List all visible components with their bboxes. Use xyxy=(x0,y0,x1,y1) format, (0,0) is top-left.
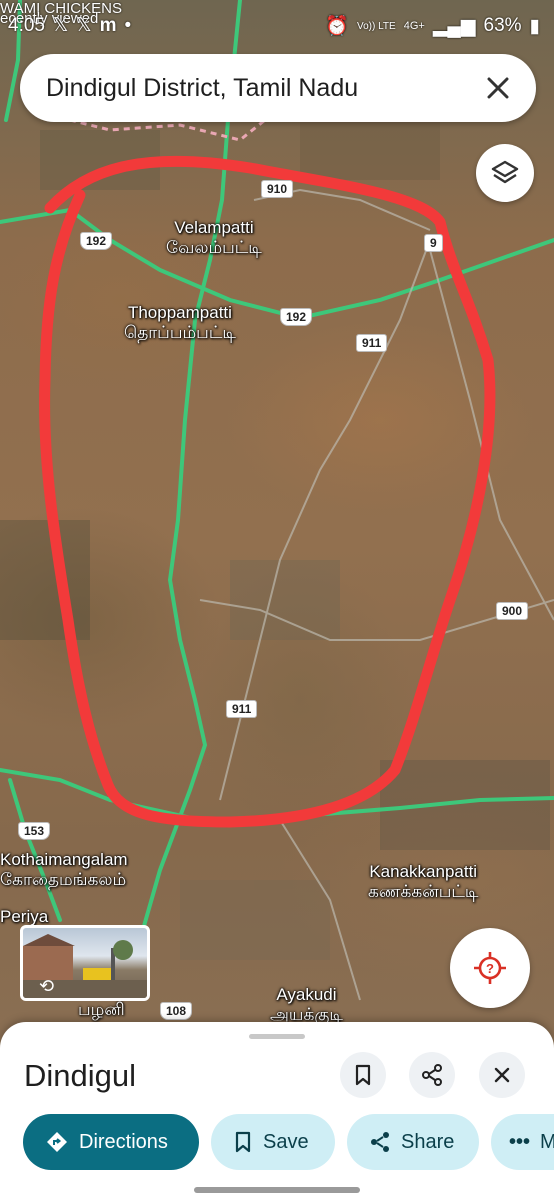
place-name-en: Thoppampatti xyxy=(127,303,232,322)
road-shield-192: 192 xyxy=(280,308,313,326)
place-name-en: Kothaimangalam xyxy=(0,850,128,869)
place-bottom-sheet[interactable]: Dindigul Directions Save Share ••• M xyxy=(0,1022,554,1200)
save-button[interactable]: Save xyxy=(211,1114,335,1170)
share-button[interactable]: Share xyxy=(347,1114,479,1170)
place-label-palani[interactable]: பழனி xyxy=(78,1000,125,1020)
directions-label: Directions xyxy=(79,1130,168,1153)
road-shield-9: 9 xyxy=(424,234,443,252)
battery-percent: 63% xyxy=(483,15,522,36)
status-bar: WAMI CHICKENS ecently viewed 4:05 𝕏 𝕏 m … xyxy=(0,0,554,50)
search-bar[interactable]: Dindigul District, Tamil Nadu xyxy=(20,54,536,122)
road-shield-911: 911 xyxy=(356,334,388,352)
close-sheet-button[interactable] xyxy=(479,1052,525,1098)
share-icon-button[interactable] xyxy=(409,1052,455,1098)
sheet-drag-handle[interactable] xyxy=(249,1034,305,1039)
place-name-en: Kanakkanpatti xyxy=(369,862,478,881)
place-name-ta: பழனி xyxy=(78,1000,125,1019)
directions-button[interactable]: Directions xyxy=(23,1114,199,1170)
satellite-map[interactable]: Velampatti வேலம்பட்டி Thoppampatti தொப்ப… xyxy=(0,0,554,1200)
place-name-ta: கணக்கன்பட்டி xyxy=(368,882,479,901)
road-shield-192: 192 xyxy=(80,232,113,250)
more-button[interactable]: ••• M xyxy=(491,1114,554,1170)
place-label-kanakkanpatti[interactable]: Kanakkanpatti கணக்கன்பட்டி xyxy=(368,862,478,902)
place-name-ta: தொப்பம்பட்டி xyxy=(124,323,236,342)
svg-text:?: ? xyxy=(486,961,494,976)
layers-icon xyxy=(491,160,519,184)
share-icon xyxy=(371,1132,389,1152)
close-icon xyxy=(494,1067,510,1083)
x-icon: 𝕏 xyxy=(52,15,69,36)
alarm-icon: ⏰ xyxy=(325,16,349,37)
place-name-ta: வேலம்பட்டி xyxy=(166,238,262,257)
road-shield-108: 108 xyxy=(160,1002,193,1020)
road-shield-153: 153 xyxy=(18,822,51,840)
place-label-thoppampatti[interactable]: Thoppampatti தொப்பம்பட்டி xyxy=(124,303,236,343)
share-label: Share xyxy=(401,1130,455,1153)
road-shield-900: 900 xyxy=(496,602,529,620)
street-view-thumbnail[interactable]: ⟲ xyxy=(20,925,150,1001)
place-label-kothaimangalam[interactable]: Kothaimangalam கோதைமங்கலம் xyxy=(0,850,128,890)
gesture-nav-bar[interactable] xyxy=(194,1187,360,1193)
rotate-360-icon: ⟲ xyxy=(39,976,55,996)
dot-icon: • xyxy=(124,14,132,36)
search-query[interactable]: Dindigul District, Tamil Nadu xyxy=(46,74,358,103)
volte-indicator: Vo)) LTE xyxy=(356,20,396,32)
bookmark-icon xyxy=(235,1131,251,1153)
more-icon: ••• xyxy=(509,1130,531,1153)
place-label-periya[interactable]: Periya xyxy=(0,907,48,927)
more-label: M xyxy=(540,1130,554,1153)
place-name-en: Ayakudi xyxy=(276,985,337,1004)
save-label: Save xyxy=(263,1130,309,1153)
road-shield-910: 910 xyxy=(261,180,294,198)
bookmark-icon xyxy=(355,1064,371,1086)
directions-icon xyxy=(47,1132,67,1152)
share-icon xyxy=(422,1064,442,1086)
place-name-en: Periya xyxy=(0,907,49,926)
signal-icon: ▂▄▆ xyxy=(432,15,476,37)
m-icon: m xyxy=(99,14,117,36)
battery-icon: ▮ xyxy=(529,15,540,37)
network-type: 4G+ xyxy=(403,20,425,32)
place-label-velampatti[interactable]: Velampatti வேலம்பட்டி xyxy=(166,218,262,258)
place-title: Dindigul xyxy=(24,1058,137,1093)
place-label-ayakudi[interactable]: Ayakudi அயக்குடி xyxy=(270,985,343,1025)
x-icon: 𝕏 xyxy=(76,15,92,36)
place-name-en: Velampatti xyxy=(174,218,254,237)
road-shield-911: 911 xyxy=(226,700,258,718)
my-location-button[interactable]: ? xyxy=(450,928,530,1008)
layers-button[interactable] xyxy=(476,144,534,202)
close-icon[interactable] xyxy=(482,72,514,104)
bookmark-button[interactable] xyxy=(340,1052,386,1098)
location-unknown-icon: ? xyxy=(474,952,506,984)
status-time: 4:05 xyxy=(8,14,45,36)
place-name-ta: கோதைமங்கலம் xyxy=(0,870,127,889)
